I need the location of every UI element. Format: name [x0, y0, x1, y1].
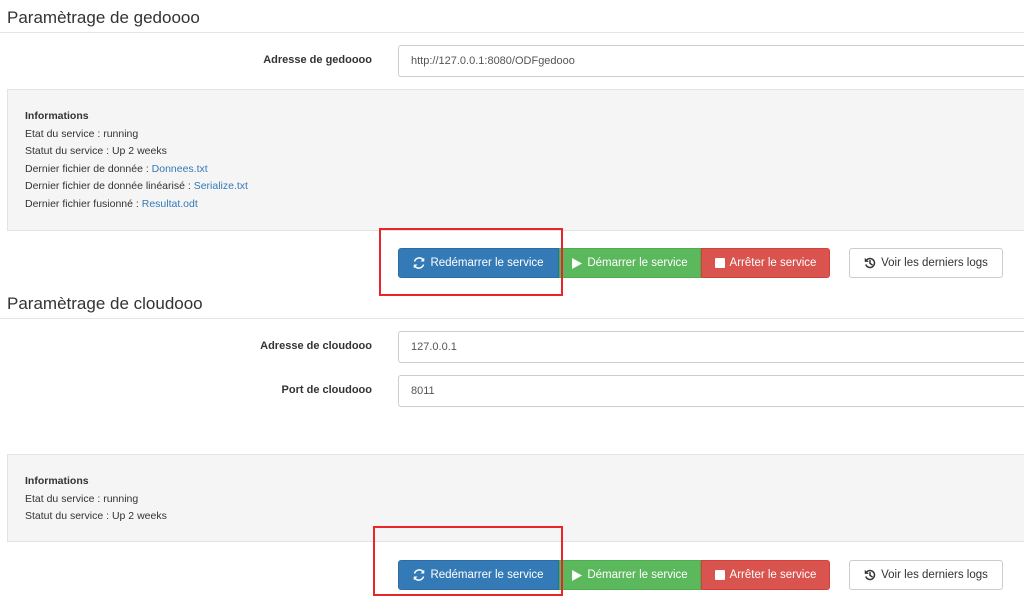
gedoooo-start-button-label: Démarrer le service	[587, 257, 688, 269]
cloudooo-logs-button[interactable]: Voir les derniers logs	[849, 560, 1003, 590]
gedoooo-serialize-file-link[interactable]: Serialize.txt	[194, 180, 248, 192]
cloudooo-stop-button-label: Arrêter le service	[729, 569, 817, 581]
gedoooo-last-data-file: Dernier fichier de donnée : Donnees.txt	[25, 161, 1024, 179]
gedoooo-last-merged-file: Dernier fichier fusionné : Resultat.odt	[25, 196, 1024, 214]
cloudooo-port-input[interactable]: 8011	[398, 375, 1024, 407]
play-icon	[572, 257, 583, 269]
gedoooo-service-status: Statut du service : Up 2 weeks	[25, 143, 1024, 161]
gedoooo-last-linear-file-label: Dernier fichier de donnée linéarisé :	[25, 180, 194, 192]
gedoooo-restart-highlight-box	[379, 228, 563, 296]
cloudooo-logs-button-label: Voir les derniers logs	[881, 569, 988, 581]
gedoooo-start-button[interactable]: Démarrer le service	[559, 248, 701, 278]
cloudooo-service-status-value: Up 2 weeks	[111, 510, 167, 522]
cloudooo-section-divider	[0, 318, 1024, 319]
gedoooo-section-title: Paramètrage de gedoooo	[7, 8, 200, 27]
gedoooo-info-panel: Informations Etat du service : running S…	[7, 89, 1024, 231]
stop-icon	[714, 258, 725, 268]
gedoooo-section: Paramètrage de gedoooo Adresse de gedooo…	[0, 0, 1024, 296]
gedoooo-service-state-value: running	[103, 127, 139, 140]
gedoooo-service-status-value: Up 2 weeks	[111, 145, 167, 157]
cloudooo-address-label: Adresse de cloudooo	[260, 340, 372, 352]
gedoooo-logs-button[interactable]: Voir les derniers logs	[849, 248, 1003, 278]
gedoooo-last-data-file-label: Dernier fichier de donnée :	[25, 162, 152, 175]
cloudooo-section-title: Paramètrage de cloudooo	[7, 294, 203, 313]
cloudooo-service-state: Etat du service : running	[25, 491, 1024, 509]
cloudooo-start-button-label: Démarrer le service	[587, 569, 688, 581]
gedoooo-logs-button-label: Voir les derniers logs	[881, 257, 988, 269]
gedoooo-stop-button-label: Arrêter le service	[729, 257, 817, 269]
gedoooo-result-file-link[interactable]: Resultat.odt	[142, 198, 198, 210]
play-icon	[572, 569, 583, 581]
gedoooo-last-linear-file: Dernier fichier de donnée linéarisé : Se…	[25, 178, 1024, 196]
gedoooo-service-state-label: Etat du service :	[25, 127, 104, 140]
cloudooo-stop-button[interactable]: Arrêter le service	[701, 560, 830, 590]
gedoooo-stop-button[interactable]: Arrêter le service	[701, 248, 830, 278]
cloudooo-section: Paramètrage de cloudooo Adresse de cloud…	[0, 290, 1024, 602]
gedoooo-service-status-label: Statut du service :	[25, 145, 112, 157]
history-icon	[864, 569, 876, 581]
gedoooo-last-merged-file-label: Dernier fichier fusionné :	[25, 197, 142, 210]
cloudooo-restart-highlight-box	[373, 526, 563, 596]
cloudooo-port-label: Port de cloudooo	[281, 384, 372, 396]
gedoooo-service-state: Etat du service : running	[25, 126, 1024, 144]
gedoooo-data-file-link[interactable]: Donnees.txt	[152, 163, 208, 175]
cloudooo-service-status-label: Statut du service :	[25, 510, 112, 522]
gedoooo-section-divider	[0, 32, 1024, 33]
cloudooo-service-state-label: Etat du service :	[25, 492, 104, 505]
cloudooo-info-title: Informations	[25, 475, 89, 487]
cloudooo-service-status: Statut du service : Up 2 weeks	[25, 508, 1024, 526]
gedoooo-address-label: Adresse de gedoooo	[263, 54, 372, 66]
stop-icon	[714, 570, 725, 580]
gedoooo-info-title: Informations	[25, 110, 89, 122]
gedoooo-address-input[interactable]: http://127.0.0.1:8080/ODFgedooo	[398, 45, 1024, 77]
cloudooo-address-input[interactable]: 127.0.0.1	[398, 331, 1024, 363]
history-icon	[864, 257, 876, 269]
cloudooo-service-state-value: running	[103, 492, 139, 505]
cloudooo-start-button[interactable]: Démarrer le service	[559, 560, 701, 590]
